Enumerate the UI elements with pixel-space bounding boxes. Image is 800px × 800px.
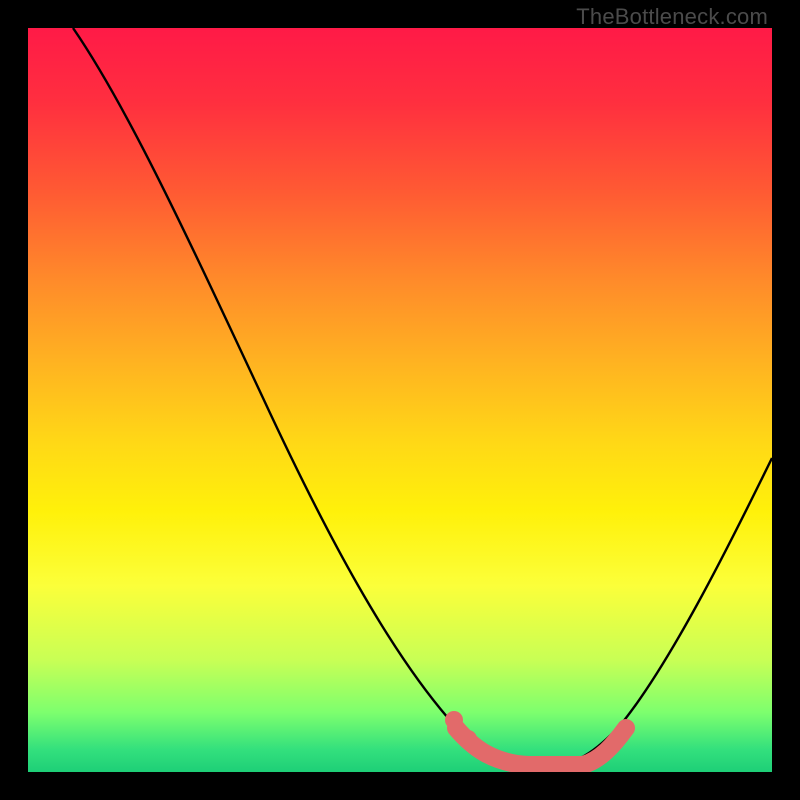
chart-svg — [28, 28, 772, 772]
highlight-band — [456, 728, 626, 765]
chart-frame: TheBottleneck.com — [0, 0, 800, 800]
highlight-dot-lower — [459, 730, 477, 748]
bottleneck-curve — [73, 28, 772, 766]
watermark-text: TheBottleneck.com — [576, 4, 768, 30]
chart-plot-area — [28, 28, 772, 772]
highlight-dot-upper — [445, 711, 463, 729]
